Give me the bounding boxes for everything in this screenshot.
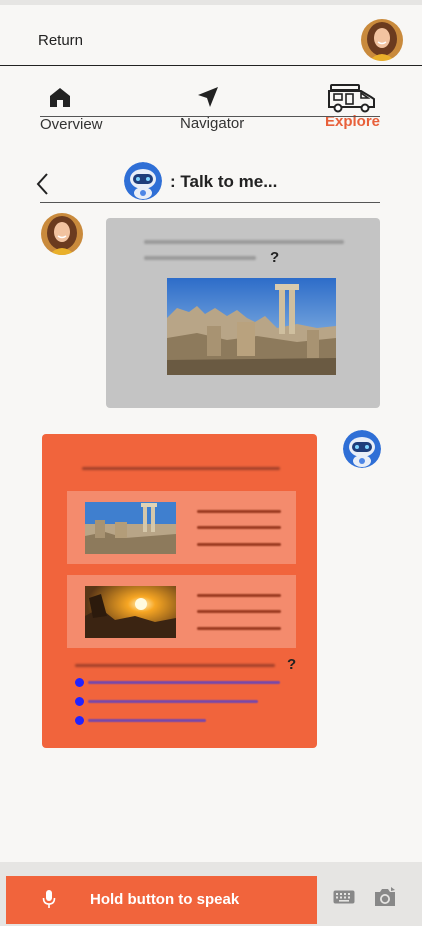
question-mark: ? — [287, 656, 297, 673]
ruins-photo — [85, 502, 176, 554]
blurred-text-line — [197, 594, 281, 597]
bot-message-bubble: ? — [42, 434, 317, 748]
bullet-dot — [75, 716, 84, 725]
sunset-photo — [85, 586, 176, 638]
recommendation-card[interactable] — [67, 575, 296, 648]
blurred-text-line — [75, 664, 275, 667]
blurred-text-line — [88, 681, 280, 684]
return-button[interactable]: Return — [38, 32, 83, 49]
bullet-dot — [75, 678, 84, 687]
camera-icon[interactable] — [373, 886, 397, 908]
chat-divider — [40, 202, 380, 203]
blurred-text-line — [144, 240, 344, 244]
bullet-dot — [75, 697, 84, 706]
blurred-text-line — [82, 467, 280, 470]
ruins-photo[interactable] — [167, 278, 336, 375]
blurred-text-line — [197, 627, 281, 630]
main-nav: Overview Navigator Explore — [0, 80, 422, 142]
hold-to-speak-button[interactable]: Hold button to speak — [6, 876, 317, 924]
blurred-text-line — [144, 256, 256, 260]
top-header: Return — [0, 5, 422, 66]
microphone-icon — [42, 890, 56, 908]
header-divider — [0, 65, 422, 66]
robot-icon — [124, 162, 162, 200]
tab-navigator-label: Navigator — [180, 115, 245, 132]
blurred-text-line — [197, 610, 281, 613]
chat-header: : Talk to me... — [0, 160, 422, 204]
chevron-left-icon[interactable] — [35, 172, 49, 196]
chat-title: : Talk to me... — [170, 172, 278, 191]
user-avatar[interactable] — [361, 19, 403, 61]
bot-message-avatar — [343, 430, 381, 468]
camper-van-icon — [328, 84, 375, 113]
blurred-text-line — [88, 700, 258, 703]
home-icon — [50, 88, 70, 107]
recommendation-card[interactable] — [67, 491, 296, 564]
question-mark: ? — [270, 249, 280, 266]
blurred-text-line — [197, 526, 281, 529]
tab-overview-label: Overview — [40, 116, 103, 133]
blurred-text-line — [88, 719, 206, 722]
navigation-arrow-icon — [198, 87, 218, 107]
input-bar: Hold button to speak — [0, 862, 422, 926]
user-message-avatar — [41, 213, 83, 255]
nav-divider — [40, 116, 380, 117]
user-message-bubble: ? — [106, 218, 380, 408]
blurred-text-line — [197, 510, 281, 513]
blurred-text-line — [197, 543, 281, 546]
hold-to-speak-label: Hold button to speak — [90, 891, 240, 908]
keyboard-icon[interactable] — [333, 890, 355, 904]
